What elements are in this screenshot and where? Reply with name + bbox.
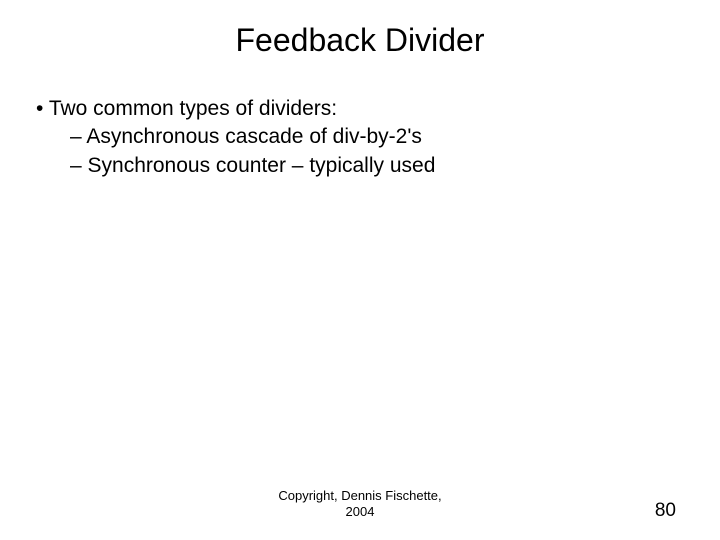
bullet-item: Two common types of dividers: Asynchrono… [36,95,684,180]
copyright-notice: Copyright, Dennis Fischette, 2004 [230,488,490,521]
slide-content: Two common types of dividers: Asynchrono… [0,59,720,180]
copyright-line: 2004 [346,504,375,519]
slide-title: Feedback Divider [0,0,720,59]
slide-footer: Copyright, Dennis Fischette, 2004 80 [0,488,720,528]
sub-bullet-item: Asynchronous cascade of div-by-2's [70,123,684,151]
copyright-line: Copyright, Dennis Fischette, [278,488,441,503]
slide: Feedback Divider Two common types of div… [0,0,720,540]
bullet-list: Two common types of dividers: Asynchrono… [36,95,684,180]
page-number: 80 [655,500,676,522]
bullet-text: Two common types of dividers: [49,97,337,120]
sub-bullet-list: Asynchronous cascade of div-by-2's Synch… [36,123,684,180]
sub-bullet-item: Synchronous counter – typically used [70,152,684,180]
sub-bullet-text: Asynchronous cascade of div-by-2's [86,125,422,148]
sub-bullet-text: Synchronous counter – typically used [88,154,436,177]
